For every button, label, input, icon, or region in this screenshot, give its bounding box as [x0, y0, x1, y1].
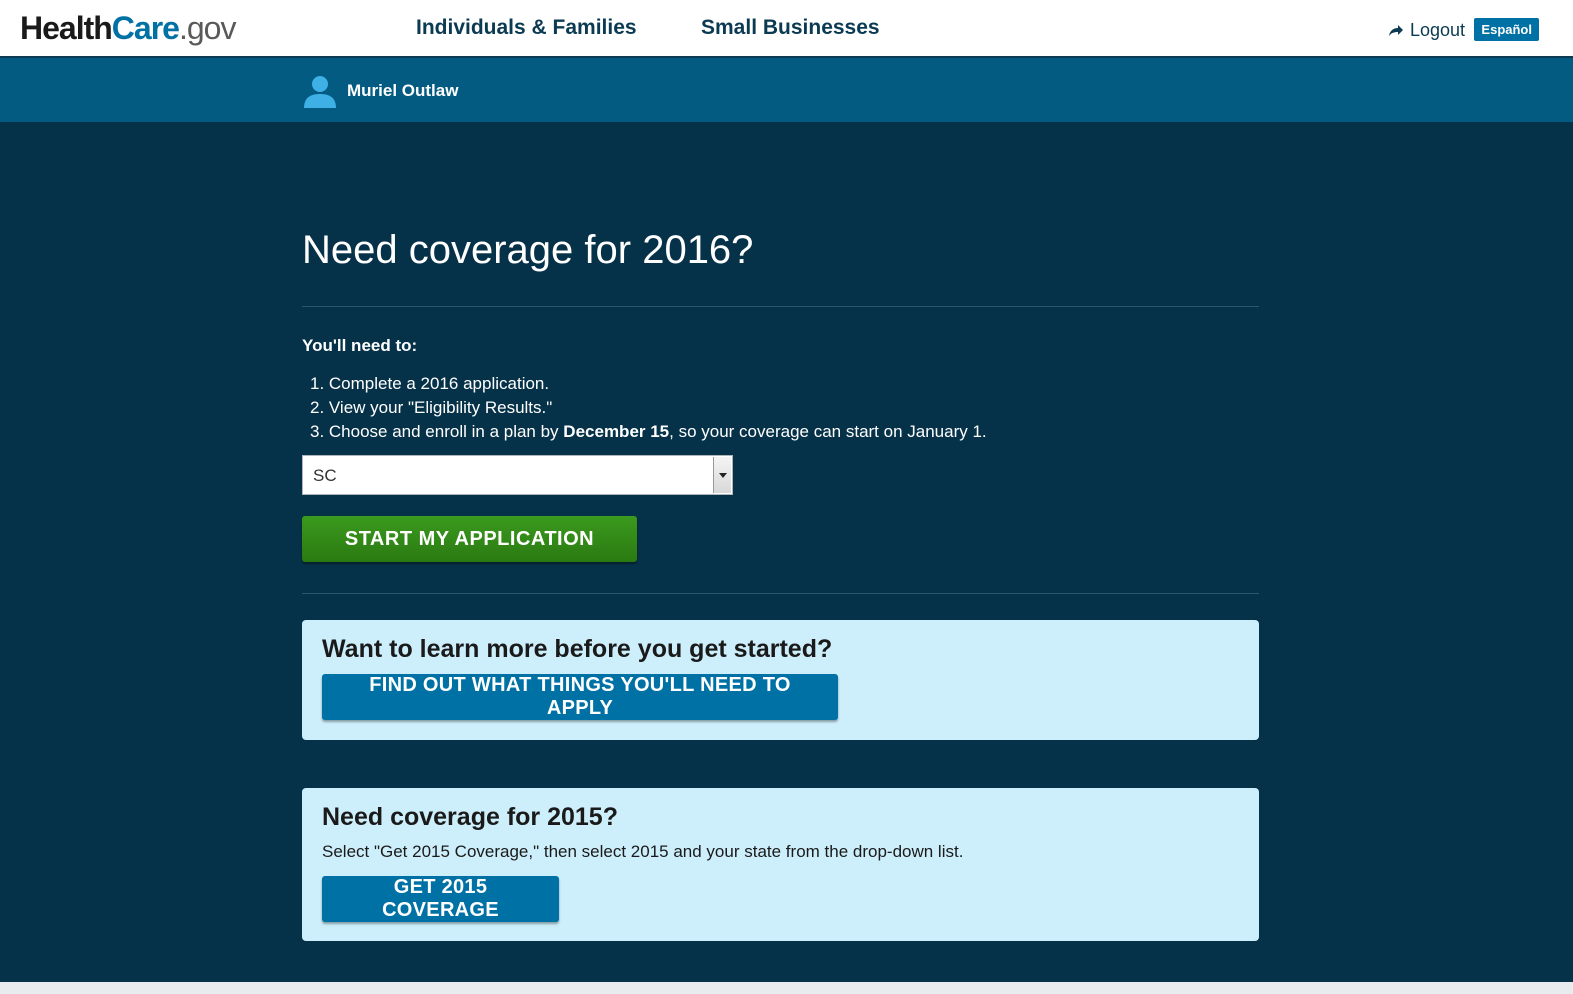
healthcare-logo[interactable]: HealthCare.gov — [20, 10, 236, 47]
start-application-button[interactable]: START MY APPLICATION — [302, 516, 637, 562]
step3-prefix: 3. Choose and enroll in a plan by — [310, 422, 564, 441]
main-content: Need coverage for 2016? You'll need to: … — [0, 122, 1573, 982]
logo-health: Health — [20, 10, 113, 46]
step-item: 3. Choose and enroll in a plan by Decemb… — [310, 420, 987, 444]
divider — [302, 306, 1259, 307]
step3-suffix: , so your coverage can start on January … — [669, 422, 987, 441]
get-2015-coverage-button[interactable]: GET 2015 COVERAGE — [322, 876, 559, 922]
logo-care: Care — [111, 10, 180, 46]
nav-individuals-families[interactable]: Individuals & Families — [416, 16, 637, 40]
logout-label: Logout — [1409, 20, 1465, 40]
coverage-2015-card: Need coverage for 2015? Select "Get 2015… — [302, 788, 1259, 941]
nav-small-businesses[interactable]: Small Businesses — [701, 16, 880, 40]
coverage-2015-heading: Need coverage for 2015? — [322, 803, 618, 831]
page-title: Need coverage for 2016? — [302, 228, 754, 272]
learn-more-card: Want to learn more before you get starte… — [302, 620, 1259, 740]
logo-gov: .gov — [178, 10, 236, 46]
state-select-value: SC — [313, 466, 337, 485]
chevron-down-icon[interactable] — [713, 457, 731, 493]
top-header: HealthCare.gov Individuals & Families Sm… — [0, 0, 1573, 58]
logout-link[interactable]: Logout — [1388, 20, 1465, 41]
find-out-what-you-need-button[interactable]: FIND OUT WHAT THINGS YOU'LL NEED TO APPL… — [322, 674, 838, 720]
divider — [302, 593, 1259, 594]
user-avatar-icon — [304, 76, 336, 108]
step-item: 2. View your "Eligibility Results." — [310, 398, 553, 417]
user-name[interactable]: Muriel Outlaw — [347, 81, 458, 101]
step3-deadline: December 15 — [563, 422, 670, 441]
user-bar: Muriel Outlaw — [0, 58, 1573, 122]
state-select[interactable]: SC — [302, 455, 733, 495]
espanol-language-button[interactable]: Español — [1474, 18, 1539, 41]
step-item: 1. Complete a 2016 application. — [310, 374, 550, 393]
coverage-2015-text: Select "Get 2015 Coverage," then select … — [322, 842, 964, 861]
learn-more-heading: Want to learn more before you get starte… — [322, 635, 833, 663]
need-heading: You'll need to: — [302, 336, 418, 355]
steps-list: 1. Complete a 2016 application. 2. View … — [310, 372, 987, 444]
logout-arrow-icon — [1388, 24, 1403, 36]
